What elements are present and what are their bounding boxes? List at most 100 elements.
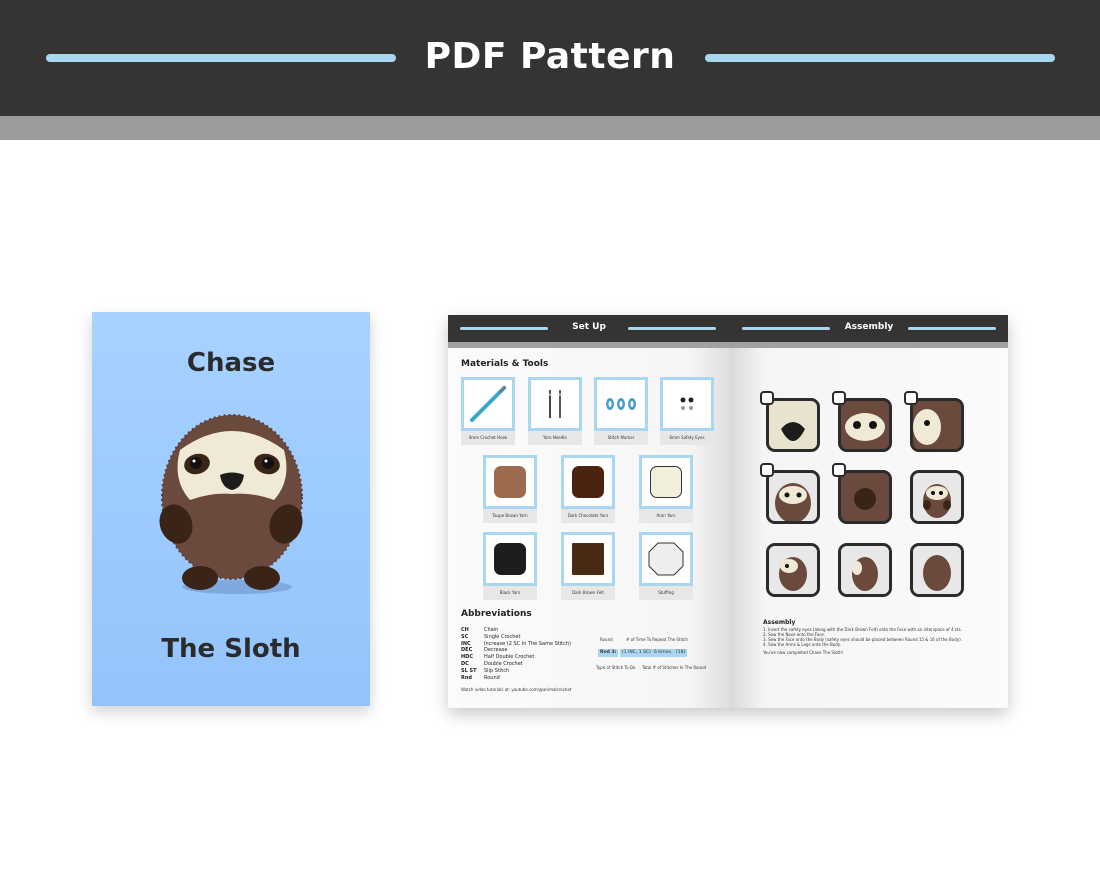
assembly-step-photo [766, 470, 820, 524]
tool-label: Stitch Marker [594, 431, 648, 445]
finished-side-photo [841, 546, 889, 594]
assembly-step-photo [838, 470, 892, 524]
tool-card: Stitch Marker [594, 377, 648, 445]
type-label: Type of Stitch To Do [596, 665, 636, 670]
yarn-label: Aran Yarn [639, 509, 693, 523]
setup-header-line-right [628, 327, 716, 330]
step-badge-icon [832, 463, 846, 477]
body-arm-photo [841, 473, 889, 521]
banner-line-left [46, 54, 396, 62]
finished-front-photo [913, 473, 961, 521]
safety-eyes-icon [680, 397, 694, 410]
abbr-code: SL ST [461, 667, 477, 674]
assembly-step-photo [838, 398, 892, 452]
finished-angle-photo [769, 546, 817, 594]
abbreviation-row: INC Increase (2 SC In The Same Stitch) [461, 641, 571, 648]
setup-page: Set Up Materials & Tools 4mm Crochet Hoo… [448, 315, 730, 708]
felt-swatch [572, 543, 604, 575]
yarn-card: Aran Yarn [639, 455, 693, 523]
assembly-page: Assembly Assembly 1. Insert the safety e… [730, 315, 1008, 708]
round-example: Rnd 3: [598, 649, 619, 657]
step-badge-icon [832, 391, 846, 405]
assembly-instructions: Assembly 1. Insert the safety eyes (alon… [763, 619, 1003, 656]
yarn-label: Dark Brown Felt [561, 586, 615, 600]
abbr-code: CH [461, 627, 469, 633]
finished-back-photo [913, 546, 961, 594]
setup-header-bar: Set Up [448, 315, 730, 342]
assembly-step-photo [910, 398, 964, 452]
cover-subtitle: The Sloth [161, 634, 301, 664]
pattern-booklet: Set Up Materials & Tools 4mm Crochet Hoo… [448, 315, 1008, 708]
step-badge-icon [760, 391, 774, 405]
yarn-card: Dark Chocolate Yarn [561, 455, 615, 523]
banner-line-right [705, 54, 1055, 62]
abbreviation-row: SL ST Slip Stitch [461, 668, 571, 675]
tool-card: Yarn Needle [528, 377, 582, 445]
times-example: 6 times. [652, 649, 675, 657]
yarn-label: Taupe Brown Yarn [483, 509, 537, 523]
abbr-meaning: Double Crochet [484, 660, 523, 667]
yarn-label: Dark Chocolate Yarn [561, 509, 615, 523]
abbreviation-row: DEC Decrease [461, 647, 571, 654]
materials-title: Materials & Tools [461, 359, 549, 369]
assembly-header-line-right [908, 327, 996, 330]
stitch-example: (1 INC, 1 SC) [620, 649, 653, 657]
abbreviation-list: CH Chain SC Single Crochet INC Increase (2 … [461, 627, 571, 681]
round-label: Round [600, 637, 613, 642]
assembly-step-photo [838, 543, 892, 597]
yarn-label: Black Yarn [483, 586, 537, 600]
abbreviation-row: DC Double Crochet [461, 661, 571, 668]
tool-label: 6mm Safety Eyes [660, 431, 714, 445]
pattern-cover: Chase The Sloth [92, 312, 370, 706]
repeat-label: # of Time To Repeat The Stitch [626, 637, 688, 642]
tool-card: 6mm Safety Eyes [660, 377, 714, 445]
stitch-marker-icon [606, 398, 636, 410]
assembly-step-photo [910, 543, 964, 597]
banner-title: PDF Pattern [424, 36, 676, 77]
assembly-step-photo [910, 470, 964, 524]
yarn-card: Stuffing [639, 532, 693, 600]
black-swatch [494, 543, 526, 575]
abbr-code: HDC [461, 654, 474, 661]
abbreviation-row: SC Single Crochet [461, 634, 571, 641]
abbr-meaning: Increase (2 SC In The Same Stitch) [484, 640, 571, 647]
yarn-card: Taupe Brown Yarn [483, 455, 537, 523]
assembly-step-photo [766, 398, 820, 452]
total-example: [18] [674, 649, 688, 657]
face-side-photo [913, 401, 961, 449]
abbr-meaning: Slip Stitch [484, 667, 510, 674]
abbr-meaning: Round [484, 674, 500, 681]
abbr-code: INC [461, 640, 471, 647]
abbreviation-row: Rnd Round [461, 675, 571, 682]
banner-divider-strip [0, 116, 1100, 140]
crochet-hook-icon [470, 386, 506, 422]
abbr-code: DEC [461, 647, 473, 654]
step-badge-icon [760, 463, 774, 477]
abbr-meaning: Single Crochet [484, 633, 521, 640]
chocolate-swatch [572, 466, 604, 498]
assembly-header-bar: Assembly [730, 315, 1008, 342]
abbr-code: DC [461, 660, 469, 667]
stuffing-icon [648, 542, 684, 576]
face-eyes-photo [841, 401, 889, 449]
step-badge-icon [904, 391, 918, 405]
yarn-card: Black Yarn [483, 532, 537, 600]
yarn-label: Stuffing [639, 586, 693, 600]
abbr-code: Rnd [461, 674, 472, 681]
total-label: Total # of Stitches In The Round [642, 665, 707, 670]
abbr-code: SC [461, 633, 469, 640]
assembly-steps-title: Assembly [763, 619, 796, 626]
body-face-photo [769, 473, 817, 521]
tool-label: 4mm Crochet Hook [461, 431, 515, 445]
video-tutorial-link[interactable]: Watch video tutorials at: youtube.com/@a… [461, 687, 572, 692]
completion-message: You've now completed Chase The Sloth! [763, 650, 844, 655]
assembly-step: 4. Sew the Arms & Legs onto the Body. [763, 642, 841, 647]
assembly-header-strip [730, 342, 1008, 348]
yarn-card: Dark Brown Felt [561, 532, 615, 600]
tool-card: 4mm Crochet Hook [461, 377, 515, 445]
tool-label: Yarn Needle [528, 431, 582, 445]
assembly-step-photo [766, 543, 820, 597]
abbreviation-row: CH Chain [461, 627, 571, 634]
yarn-needle-icon [548, 388, 562, 418]
aran-swatch [650, 466, 682, 498]
